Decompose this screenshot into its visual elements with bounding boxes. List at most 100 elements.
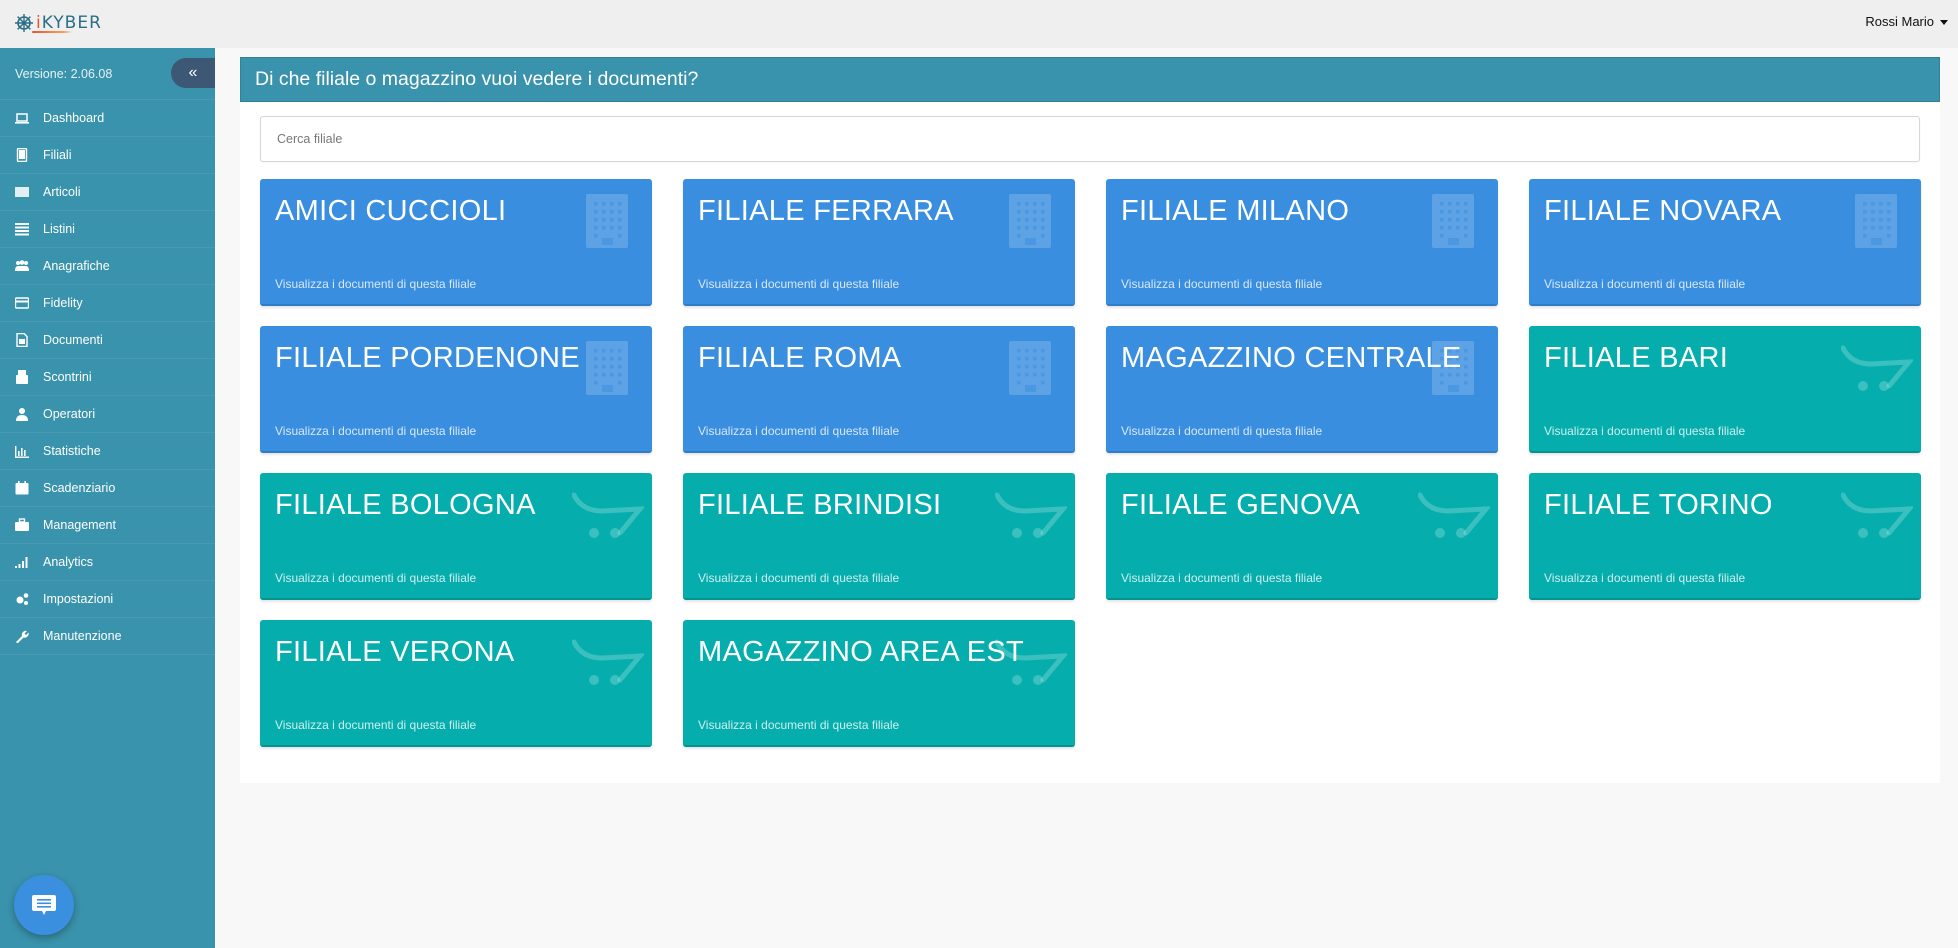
kyber-logo[interactable]: iKYBER — [14, 10, 102, 36]
signal-icon — [15, 555, 29, 569]
sidebar-item-listini[interactable]: Listini — [0, 211, 215, 248]
search-wrapper — [240, 102, 1940, 162]
tile-icon-wrapper — [571, 489, 646, 548]
branch-tile[interactable]: FILIALE BARI Visualizza i documenti di qu… — [1529, 326, 1921, 453]
list-icon — [15, 222, 29, 236]
branch-name: FILIALE PORDENONE — [275, 342, 580, 374]
branch-tile[interactable]: MAGAZZINO CENTRALE Visualizza i documenti… — [1106, 326, 1498, 453]
users-icon — [15, 259, 29, 273]
sidebar-item-analytics[interactable]: Analytics — [0, 544, 215, 581]
tablet-icon — [15, 148, 29, 162]
sidebar-item-manutenzione[interactable]: Manutenzione — [0, 618, 215, 655]
branch-name: FILIALE NOVARA — [1544, 195, 1782, 227]
branch-tile[interactable]: FILIALE BOLOGNA Visualizza i documenti di… — [260, 473, 652, 600]
sidebar-item-label: Anagrafiche — [43, 259, 110, 273]
building-icon — [1432, 194, 1474, 248]
tile-icon-wrapper — [1840, 342, 1915, 401]
branch-subtitle: Visualizza i documenti di questa filiale — [1544, 571, 1746, 585]
branch-tile[interactable]: FILIALE NOVARA Visualizza i documenti di … — [1529, 179, 1921, 306]
branch-name: AMICI CUCCIOLI — [275, 195, 507, 227]
branch-subtitle: Visualizza i documenti di questa filiale — [1121, 424, 1323, 438]
ship-wheel-icon — [15, 14, 33, 32]
collapse-sidebar-button[interactable]: « — [171, 58, 215, 88]
branch-subtitle: Visualizza i documenti di questa filiale — [698, 424, 900, 438]
sidebar-item-label: Management — [43, 518, 116, 532]
user-name: Rossi Mario — [1865, 14, 1934, 29]
branch-tile[interactable]: FILIALE MILANO Visualizza i documenti di … — [1106, 179, 1498, 306]
branch-name: FILIALE ROMA — [698, 342, 902, 374]
branch-tile[interactable]: MAGAZZINO AREA EST Visualizza i documenti… — [683, 620, 1075, 747]
branch-name: FILIALE BARI — [1544, 342, 1729, 374]
caret-down-icon — [1940, 20, 1948, 25]
branch-subtitle: Visualizza i documenti di questa filiale — [275, 277, 477, 291]
shopping-cart-icon — [994, 492, 1069, 538]
chat-button[interactable] — [14, 875, 74, 935]
sidebar-item-operatori[interactable]: Operatori — [0, 396, 215, 433]
building-icon — [1009, 341, 1051, 395]
tile-icon-wrapper — [586, 341, 628, 400]
tile-icon-wrapper — [1432, 194, 1474, 253]
version-label: Versione: 2.06.08 — [15, 66, 113, 81]
branch-name: FILIALE FERRARA — [698, 195, 954, 227]
building-icon — [1009, 194, 1051, 248]
cogs-icon — [15, 592, 29, 606]
barcode-icon — [15, 185, 29, 199]
receipt-printer-icon — [15, 370, 29, 384]
sidebar-item-label: Listini — [43, 222, 75, 236]
branch-subtitle: Visualizza i documenti di questa filiale — [275, 424, 477, 438]
sidebar-item-dashboard[interactable]: Dashboard — [0, 100, 215, 137]
search-branch-input[interactable] — [260, 116, 1920, 162]
branch-subtitle: Visualizza i documenti di questa filiale — [275, 571, 477, 585]
tile-icon-wrapper — [1009, 341, 1051, 400]
sidebar-item-label: Operatori — [43, 407, 96, 421]
branch-tile[interactable]: AMICI CUCCIOLI Visualizza i documenti di … — [260, 179, 652, 306]
sidebar-item-fidelity[interactable]: Fidelity — [0, 285, 215, 322]
branch-tile[interactable]: FILIALE PORDENONE Visualizza i documenti … — [260, 326, 652, 453]
tile-icon-wrapper — [1009, 194, 1051, 253]
branch-tile[interactable]: FILIALE GENOVA Visualizza i documenti di … — [1106, 473, 1498, 600]
sidebar-item-articoli[interactable]: Articoli — [0, 174, 215, 211]
user-menu-dropdown[interactable]: Rossi Mario — [1865, 14, 1948, 29]
sidebar-item-anagrafiche[interactable]: Anagrafiche — [0, 248, 215, 285]
sidebar-item-impostazioni[interactable]: Impostazioni — [0, 581, 215, 618]
sidebar-item-label: Filiali — [43, 148, 72, 162]
sidebar-item-management[interactable]: Management — [0, 507, 215, 544]
sidebar-item-scadenziario[interactable]: Scadenziario — [0, 470, 215, 507]
branch-tile[interactable]: FILIALE BRINDISI Visualizza i documenti d… — [683, 473, 1075, 600]
sidebar-item-label: Dashboard — [43, 111, 105, 125]
sidebar-nav: Dashboard Filiali Articoli Listini Anagrafic… — [0, 100, 215, 655]
sidebar-item-label: Documenti — [43, 333, 103, 347]
shopping-cart-icon — [571, 639, 646, 685]
branch-tile[interactable]: FILIALE TORINO Visualizza i documenti di … — [1529, 473, 1921, 600]
sidebar: Versione: 2.06.08 « Dashboard Filiali Arti… — [0, 48, 215, 948]
branch-subtitle: Visualizza i documenti di questa filiale — [698, 718, 900, 732]
building-icon — [1855, 194, 1897, 248]
branch-name: FILIALE VERONA — [275, 636, 515, 668]
sidebar-item-label: Manutenzione — [43, 629, 122, 643]
bar-chart-icon — [15, 444, 29, 458]
logo-underline — [32, 31, 72, 33]
page-title: Di che filiale o magazzino vuoi vedere i… — [255, 68, 699, 90]
branch-subtitle: Visualizza i documenti di questa filiale — [698, 277, 900, 291]
credit-card-icon — [15, 296, 29, 310]
branch-subtitle: Visualizza i documenti di questa filiale — [1121, 571, 1323, 585]
branch-tile[interactable]: FILIALE VERONA Visualizza i documenti di … — [260, 620, 652, 747]
tile-icon-wrapper — [994, 489, 1069, 548]
branch-subtitle: Visualizza i documenti di questa filiale — [1121, 277, 1323, 291]
branch-subtitle: Visualizza i documenti di questa filiale — [1544, 277, 1746, 291]
building-icon — [586, 194, 628, 248]
chat-icon — [32, 895, 56, 915]
sidebar-item-scontrini[interactable]: Scontrini — [0, 359, 215, 396]
sidebar-item-statistiche[interactable]: Statistiche — [0, 433, 215, 470]
sidebar-item-filiali[interactable]: Filiali — [0, 137, 215, 174]
branch-grid: AMICI CUCCIOLI Visualizza i documenti di … — [260, 179, 1921, 747]
user-icon — [15, 407, 29, 421]
document-icon — [15, 333, 29, 347]
double-chevron-left-icon: « — [188, 64, 198, 81]
branch-tile[interactable]: FILIALE FERRARA Visualizza i documenti di… — [683, 179, 1075, 306]
branch-tile[interactable]: FILIALE ROMA Visualizza i documenti di qu… — [683, 326, 1075, 453]
sidebar-item-documenti[interactable]: Documenti — [0, 322, 215, 359]
branch-name: FILIALE GENOVA — [1121, 489, 1360, 521]
branch-name: FILIALE BOLOGNA — [275, 489, 536, 521]
tile-icon-wrapper — [571, 636, 646, 695]
